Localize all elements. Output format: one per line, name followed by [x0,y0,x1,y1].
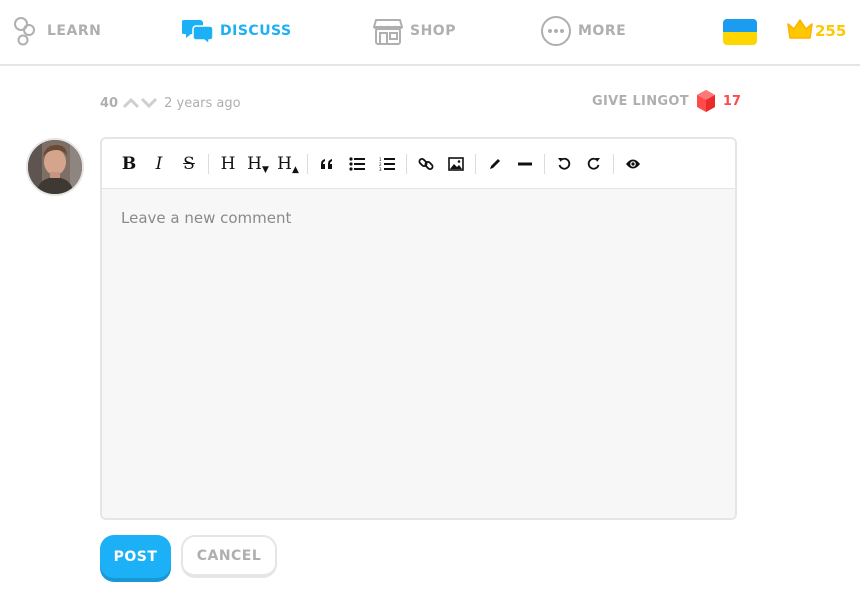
post-meta: 40 2 years ago [100,92,241,114]
crowns-count: 255 [815,22,847,40]
link-button[interactable] [411,149,441,179]
nav-discuss-label: DISCUSS [220,23,292,39]
comment-input[interactable] [102,189,735,518]
toolbar-divider [307,153,308,174]
give-lingot-label: GIVE LINGOT [592,93,689,109]
strikethrough-label: S [183,153,195,174]
flag-bottom-stripe [723,32,757,45]
post-time: 2 years ago [164,95,241,111]
undo-button[interactable] [549,149,579,179]
svg-text:3: 3 [379,167,382,171]
editor-toolbar: B I S H H ▼ H ▲ 123 [102,139,735,189]
undo-icon [558,157,571,170]
smaller-arrow-icon: ▼ [261,164,269,175]
italic-label: I [155,153,163,174]
link-icon [418,157,434,170]
downvote-button[interactable] [140,94,158,112]
bullet-list-icon [349,156,365,171]
preview-button[interactable] [618,149,648,179]
heading-label: H [220,153,236,174]
chevron-down-icon [141,97,158,109]
more-icon [540,15,572,47]
lingot-gem-icon [695,89,717,113]
heading-smaller-button[interactable]: H ▼ [243,149,273,179]
crown-icon [786,17,814,45]
numbered-list-button[interactable]: 123 [372,149,402,179]
comment-editor: B I S H H ▼ H ▲ 123 [100,137,737,520]
nav-discuss[interactable]: DISCUSS [182,14,292,48]
image-button[interactable] [441,149,471,179]
heading-bigger-label: H [277,153,292,174]
crowns-counter[interactable]: 255 [786,18,846,44]
bold-label: B [121,153,137,174]
top-navigation: LEARN DISCUSS SHOP MORE 255 [0,0,860,66]
nav-shop-label: SHOP [410,23,456,39]
nav-more[interactable]: MORE [540,14,626,48]
lingot-count: 17 [722,93,741,109]
redo-button[interactable] [579,149,609,179]
toolbar-divider [208,153,209,174]
nav-more-label: MORE [578,23,627,39]
toolbar-divider [544,153,545,174]
shop-icon [372,15,404,47]
heading-button[interactable]: H [213,149,243,179]
pencil-icon [490,158,500,169]
nav-learn-label: LEARN [47,23,102,39]
horizontal-rule-icon [518,162,532,165]
heading-bigger-button[interactable]: H ▲ [273,149,303,179]
cancel-button[interactable]: CANCEL [181,535,277,578]
user-avatar[interactable] [26,138,84,196]
pencil-button[interactable] [480,149,510,179]
bold-button[interactable]: B [114,149,144,179]
quote-icon [321,158,332,169]
quote-button[interactable] [312,149,342,179]
strikethrough-button[interactable]: S [174,149,204,179]
bigger-arrow-icon: ▲ [291,164,299,175]
image-icon [448,156,464,171]
post-button[interactable]: POST [100,535,171,578]
ukraine-flag-icon[interactable] [723,19,757,45]
nav-learn[interactable]: LEARN [9,14,101,48]
toolbar-divider [475,153,476,174]
nav-shop[interactable]: SHOP [372,14,456,48]
flag-top-stripe [723,19,757,32]
heading-smaller-label: H [247,153,262,174]
upvote-button[interactable] [122,94,140,112]
learn-icon [9,15,41,47]
italic-button[interactable]: I [144,149,174,179]
discuss-icon [182,15,214,47]
vote-count: 40 [100,95,119,111]
give-lingot-button[interactable]: GIVE LINGOT 17 [592,88,741,114]
numbered-list-icon: 123 [379,157,395,171]
bullet-list-button[interactable] [342,149,372,179]
toolbar-divider [613,153,614,174]
toolbar-divider [406,153,407,174]
chevron-up-icon [123,97,140,109]
preview-eye-icon [626,159,640,168]
redo-icon [587,157,600,170]
horizontal-rule-button[interactable] [510,149,540,179]
